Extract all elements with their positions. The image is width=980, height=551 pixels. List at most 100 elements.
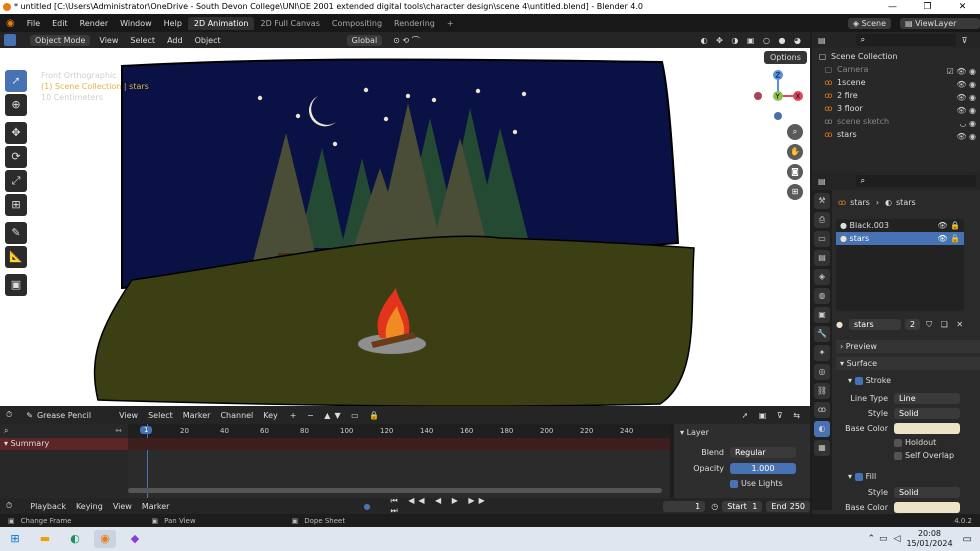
playback-menu[interactable]: Playback — [30, 502, 66, 511]
blend-dropdown[interactable]: Regular — [730, 447, 796, 458]
visibility-icons[interactable]: 👁 ◉ — [956, 130, 976, 143]
object-tab-icon[interactable]: ▣ — [814, 307, 830, 323]
sync-icon[interactable]: ⇿ — [115, 424, 122, 438]
viewport-menu-add[interactable]: Add — [161, 36, 189, 45]
menu-edit[interactable]: Edit — [46, 19, 74, 28]
zoom-icon[interactable]: ⌕ — [787, 124, 803, 140]
system-tray-arrow-icon[interactable]: ⌃ — [867, 534, 875, 544]
outliner-item-1scene[interactable]: ꝏ 1scene 👁 ◉ — [812, 76, 980, 89]
grid-toggle-icon[interactable]: ⊞ — [787, 184, 803, 200]
properties-search-input[interactable]: ⌕ — [855, 175, 976, 187]
slot-visibility-icons[interactable]: 👁 🔒 — [937, 232, 960, 245]
measure-tool-icon[interactable]: 📐 — [5, 246, 27, 268]
blender-menu-icon[interactable]: ◉ — [0, 18, 21, 29]
viewlayer-selector[interactable]: ▤ ViewLayer — [900, 17, 980, 29]
file-explorer-icon[interactable]: ▬ — [34, 530, 56, 548]
layer-panel-title[interactable]: ▾ Layer — [674, 424, 810, 441]
select-box-icon[interactable] — [4, 34, 16, 46]
preview-panel-header[interactable]: › Preview — [836, 340, 980, 353]
pivot-icon[interactable]: ⊙ ⟲ ⌒ — [393, 35, 420, 46]
viewport-menu-view[interactable]: View — [93, 36, 124, 45]
move-tool-icon[interactable]: ✥ — [5, 122, 27, 144]
transform-orientation-dropdown[interactable]: Global — [346, 34, 383, 46]
material-slot[interactable]: ● Black.003 👁 🔒 — [836, 219, 964, 232]
self-overlap-checkbox[interactable]: Self Overlap — [894, 451, 980, 460]
windows-start-icon[interactable]: ⊞ — [4, 530, 26, 548]
holdout-checkbox[interactable]: Holdout — [894, 438, 980, 447]
timeline-marker-menu[interactable]: Marker — [142, 502, 170, 511]
annotate-tool-icon[interactable]: ✎ — [5, 222, 27, 244]
effects-tab-icon[interactable]: ✦ — [814, 345, 830, 361]
scale-tool-icon[interactable]: ⤢ — [5, 170, 27, 192]
maximize-button[interactable]: ❐ — [910, 0, 945, 14]
layer-buttons-icon[interactable]: + − ▲▼ ▭ 🔒 — [290, 411, 383, 420]
view-layer-tab-icon[interactable]: ▤ — [814, 250, 830, 266]
menu-file[interactable]: File — [21, 19, 46, 28]
slot-visibility-icons[interactable]: 👁 🔒 — [937, 219, 960, 232]
constraints-tab-icon[interactable]: ⛓ — [814, 383, 830, 399]
tool-tab-icon[interactable]: ⚒ — [814, 193, 830, 209]
editor-type-icon[interactable]: ⏱ — [6, 410, 12, 420]
viewport-menu-object[interactable]: Object — [189, 36, 227, 45]
material-name-field[interactable]: stars — [848, 319, 901, 330]
surface-panel-header[interactable]: ▾ Surface — [836, 357, 980, 370]
material-tab-icon[interactable]: ◐ — [814, 421, 830, 437]
transport-controls-icon[interactable]: ⏮ ◀◀ ◀ ▶ ▶▶ ⏭ — [390, 496, 493, 516]
channel-search-field[interactable]: ⌕ ⇿ — [0, 424, 128, 438]
dopesheet-mode-dropdown[interactable]: Grease Pencil — [37, 411, 91, 420]
material-actions-icons[interactable]: ⛉ ❏ ✕ — [926, 320, 966, 330]
horizontal-scrollbar[interactable] — [128, 488, 662, 493]
pan-hand-icon[interactable]: ✋ — [787, 144, 803, 160]
output-tab-icon[interactable]: ▭ — [814, 231, 830, 247]
dopesheet-menu-channel[interactable]: Channel — [220, 411, 253, 420]
material-users-count[interactable]: 2 — [904, 319, 921, 330]
network-icon[interactable]: ▭ — [879, 534, 888, 544]
add-workspace-button[interactable]: + — [441, 17, 460, 30]
outliner-item-stars[interactable]: ꝏ stars 👁 ◉ — [812, 128, 980, 141]
line-type-dropdown[interactable]: Line — [894, 393, 960, 404]
clock[interactable]: 20:08 15/01/2024 — [906, 529, 952, 549]
current-frame-field[interactable]: 1 — [663, 500, 706, 512]
use-lights-checkbox[interactable]: Use Lights — [730, 479, 810, 488]
fill-subpanel-header[interactable]: ▾ Fill — [848, 470, 980, 483]
scene-selector[interactable]: ◈ Scene — [847, 17, 891, 29]
edge-browser-icon[interactable]: ◐ — [64, 530, 86, 548]
workspace-tab-rendering[interactable]: Rendering — [388, 17, 441, 30]
fill-color-swatch[interactable] — [894, 502, 960, 513]
filter-icon[interactable]: ⊽ — [962, 36, 968, 45]
texture-tab-icon[interactable]: ▦ — [814, 440, 830, 456]
outliner-editor-icon[interactable]: ▤ — [818, 36, 826, 45]
workspace-tab-compositing[interactable]: Compositing — [326, 17, 388, 30]
shading-icons[interactable]: ◐ ✥ ◑ ▣ ○ ● ◕ — [701, 36, 804, 45]
modifier-tab-icon[interactable]: 🔧 — [814, 326, 830, 342]
timeline-editor-icon[interactable]: ⏱ — [6, 501, 12, 511]
outliner-item-camera[interactable]: ▢ Camera ☑ 👁 ◉ — [812, 63, 980, 76]
summary-channel[interactable]: ▾ Summary — [0, 438, 128, 450]
viewport-menu-select[interactable]: Select — [124, 36, 161, 45]
dopesheet-menu-key[interactable]: Key — [263, 411, 278, 420]
cursor-tool-icon[interactable]: ⊕ — [5, 94, 27, 116]
transform-tool-icon[interactable]: ⊞ — [5, 194, 27, 216]
workspace-tab-2d-animation[interactable]: 2D Animation — [187, 16, 255, 30]
camera-view-icon[interactable]: ◙ — [787, 164, 803, 180]
minimize-button[interactable]: — — [875, 0, 910, 14]
properties-editor-icon[interactable]: ▤ — [818, 177, 826, 186]
krita-taskbar-icon[interactable]: ◆ — [124, 530, 146, 548]
menu-window[interactable]: Window — [114, 19, 158, 28]
object-mode-dropdown[interactable]: Object Mode — [30, 34, 91, 46]
record-icon[interactable]: ● — [363, 502, 370, 511]
outliner-search-input[interactable]: ⌕ — [855, 34, 956, 46]
material-slot-selected[interactable]: ● stars 👁 🔒 — [836, 232, 964, 245]
keying-menu[interactable]: Keying — [76, 502, 103, 511]
stroke-style-dropdown[interactable]: Solid — [894, 408, 960, 419]
menu-help[interactable]: Help — [158, 19, 188, 28]
volume-icon[interactable]: ◁ — [894, 534, 901, 544]
outliner-item-3floor[interactable]: ꝏ3 floor 👁 ◉ — [812, 102, 980, 115]
outliner-item-scene-sketch[interactable]: ꝏ scene sketch ◡ ◉ — [812, 115, 980, 128]
stroke-subpanel-header[interactable]: ▾ Stroke — [848, 374, 980, 387]
fill-style-dropdown[interactable]: Solid — [894, 487, 960, 498]
stroke-color-swatch[interactable] — [894, 423, 960, 434]
playhead-frame[interactable]: 1 — [140, 426, 153, 434]
close-button[interactable]: ✕ — [945, 0, 980, 14]
filter-icons[interactable]: ➚ ▣ ⊽ ⇆ — [742, 411, 804, 420]
